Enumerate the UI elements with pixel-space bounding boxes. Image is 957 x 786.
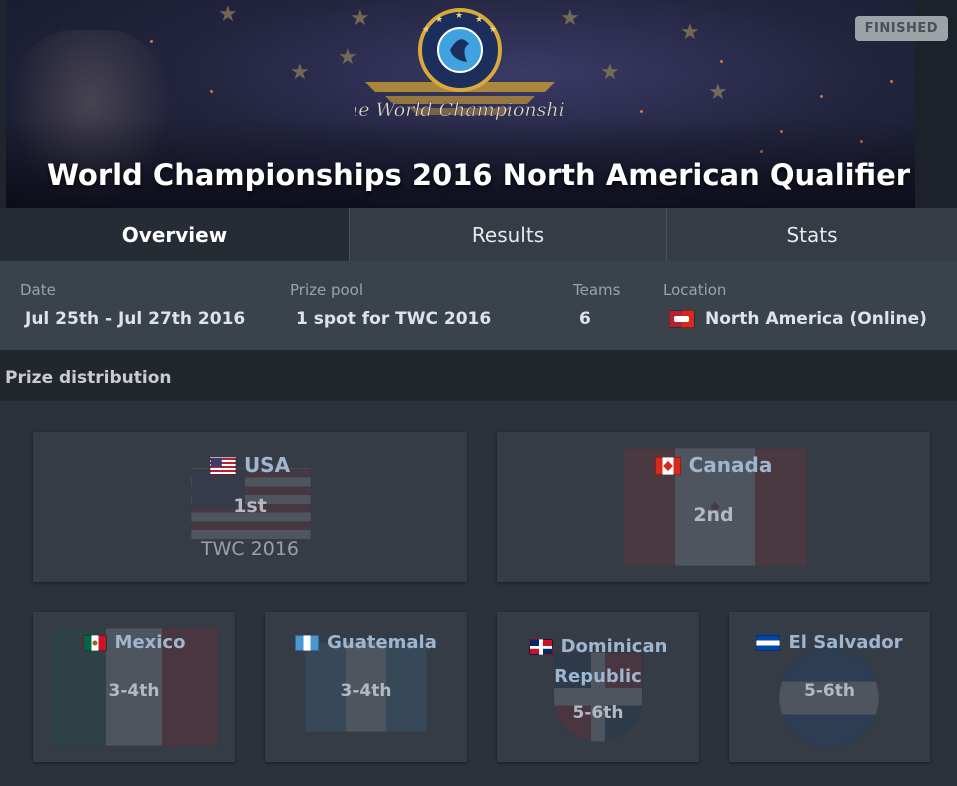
team-name-line-2-row: Republic	[497, 662, 699, 692]
canada-flag-icon	[654, 457, 681, 475]
placement: 5-6th	[804, 681, 855, 701]
placement: 3-4th	[340, 681, 392, 701]
teams-label: Teams	[573, 281, 621, 299]
prize-distribution: USA 1st TWC 2016 Canada 2nd Mexico 3-4th…	[0, 401, 957, 786]
teams-value: 6	[579, 309, 591, 329]
placement: 5-6th	[572, 703, 624, 723]
usa-flag-icon	[209, 457, 236, 475]
team-name[interactable]: Guatemala	[327, 632, 437, 653]
event-tabs: Overview Results Stats	[0, 208, 957, 261]
location-value-row: North America (Online)	[669, 309, 927, 329]
status-badge: FINISHED	[854, 16, 948, 41]
tab-overview[interactable]: Overview	[0, 208, 349, 261]
team-name-row: El Salvador	[729, 632, 930, 653]
event-title: World Championships 2016 North American …	[46, 158, 911, 192]
banner-star-icon: ★	[290, 60, 310, 85]
banner-star-icon: ★	[600, 60, 620, 85]
mexico-flag-icon	[82, 635, 107, 651]
placement: 3-4th	[108, 681, 160, 701]
banner-spark	[640, 110, 643, 113]
event-banner: ★ ★ ★ ★ ★ ★ ★ ★ ★★ ★★ ★ The World Champi…	[0, 0, 957, 208]
team-name-line-2[interactable]: Republic	[554, 662, 642, 692]
team-name-row: Mexico	[33, 632, 235, 653]
section-title: Prize distribution	[5, 368, 172, 388]
banner-star-icon: ★	[708, 80, 728, 105]
placement-card-6: El Salvador 5-6th	[729, 612, 930, 762]
placement-card-5: Dominican Republic 5-6th	[497, 612, 699, 762]
banner-spark	[820, 95, 823, 98]
placement: 2nd	[693, 504, 734, 526]
el-salvador-flag-icon	[756, 635, 781, 651]
tab-stats[interactable]: Stats	[666, 208, 957, 261]
team-name-row: USA	[33, 453, 467, 477]
location-label: Location	[663, 281, 727, 299]
prize-pool-value: 1 spot for TWC 2016	[296, 309, 492, 329]
dominican-republic-flag-icon	[528, 639, 553, 655]
svg-text:★: ★	[475, 15, 483, 25]
team-name[interactable]: Mexico	[115, 632, 186, 653]
placement-card-2: Canada 2nd	[497, 432, 930, 582]
banner-star-icon: ★	[218, 2, 238, 27]
svg-text:★: ★	[455, 11, 463, 21]
team-name-line-1[interactable]: Dominican	[561, 632, 668, 662]
banner-spark	[720, 60, 723, 63]
event-info-bar: Date Jul 25th - Jul 27th 2016 Prize pool…	[0, 261, 957, 350]
team-name[interactable]: El Salvador	[788, 632, 902, 653]
tab-results[interactable]: Results	[349, 208, 666, 261]
team-name[interactable]: USA	[244, 453, 290, 477]
svg-text:★: ★	[489, 25, 497, 35]
north-america-flag-icon	[669, 310, 695, 328]
banner-spark	[890, 80, 893, 83]
team-name-row: Canada	[497, 453, 930, 477]
prize-pool-label: Prize pool	[290, 281, 364, 299]
team-name-row: Dominican	[497, 632, 699, 662]
placement-card-3: Mexico 3-4th	[33, 612, 235, 762]
team-name[interactable]: Canada	[689, 453, 773, 477]
svg-text:★: ★	[422, 25, 430, 35]
placement: 1st	[233, 495, 267, 517]
guatemala-flag-icon	[295, 635, 320, 651]
banner-star-icon: ★	[680, 20, 700, 45]
date-value: Jul 25th - Jul 27th 2016	[25, 309, 246, 329]
location-value[interactable]: North America (Online)	[705, 309, 927, 329]
placement-prize: TWC 2016	[200, 538, 300, 560]
banner-spark	[210, 90, 213, 93]
svg-text:★: ★	[435, 15, 443, 25]
banner-spark	[150, 40, 153, 43]
prize-distribution-header: Prize distribution	[0, 350, 957, 401]
placement-card-1: USA 1st TWC 2016	[33, 432, 467, 582]
date-label: Date	[20, 281, 56, 299]
team-name-row: Guatemala	[265, 632, 467, 653]
world-championships-logo: ★★ ★★ ★ The World Championships	[355, 8, 565, 121]
placement-card-4: Guatemala 3-4th	[265, 612, 467, 762]
